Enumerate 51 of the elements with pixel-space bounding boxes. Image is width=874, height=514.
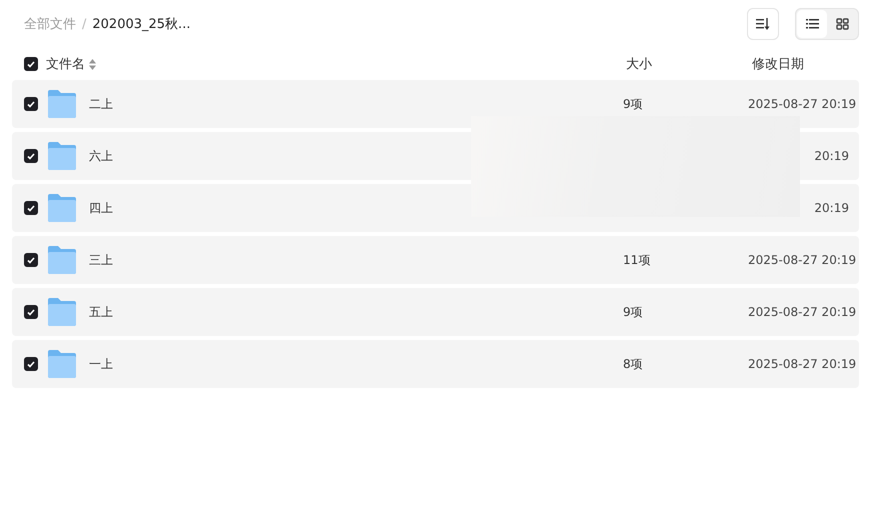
modified-date: 2025-08-27 20:19 xyxy=(748,253,856,267)
checkmark-icon xyxy=(27,60,35,68)
file-row[interactable]: 三上 11项 2025-08-27 20:19 xyxy=(12,236,859,284)
folder-icon xyxy=(47,142,77,170)
grid-icon xyxy=(836,18,848,30)
checkbox[interactable] xyxy=(24,149,38,163)
checkbox[interactable] xyxy=(24,305,38,319)
list-icon xyxy=(806,19,818,29)
modified-date: 20:19 xyxy=(814,149,849,163)
file-size: 11项 xyxy=(623,252,650,266)
file-row[interactable]: 一上 8项 2025-08-27 20:19 xyxy=(12,340,859,388)
file-size: 8项 xyxy=(623,356,643,370)
file-size: 9项 xyxy=(623,96,643,110)
checkmark-icon xyxy=(27,360,35,368)
folder-icon xyxy=(47,246,77,274)
checkmark-icon xyxy=(27,308,35,316)
file-row[interactable]: 二上 9项 2025-08-27 20:19 xyxy=(12,80,859,128)
file-name: 四上 xyxy=(89,200,113,216)
sort-icon[interactable] xyxy=(89,58,96,70)
checkbox[interactable] xyxy=(24,253,38,267)
checkmark-icon xyxy=(27,100,35,108)
file-name: 二上 xyxy=(89,96,113,112)
checkbox[interactable] xyxy=(24,97,38,111)
modified-date: 20:19 xyxy=(814,201,849,215)
checkmark-icon xyxy=(27,204,35,212)
checkbox[interactable] xyxy=(24,201,38,215)
column-header[interactable]: 文件名 xyxy=(46,55,85,73)
modified-date: 2025-08-27 20:19 xyxy=(748,357,856,371)
file-name: 六上 xyxy=(89,148,113,164)
file-name: 一上 xyxy=(89,356,113,372)
folder-icon xyxy=(47,298,77,326)
file-name: 三上 xyxy=(89,252,113,268)
checkbox[interactable] xyxy=(24,57,38,71)
file-name: 五上 xyxy=(89,304,113,320)
checkmark-icon xyxy=(27,152,35,160)
modified-date: 2025-08-27 20:19 xyxy=(748,305,856,319)
folder-icon xyxy=(47,350,77,378)
folder-icon xyxy=(47,194,77,222)
checkbox[interactable] xyxy=(24,357,38,371)
modified-date: 2025-08-27 20:19 xyxy=(748,97,856,111)
checkmark-icon xyxy=(27,256,35,264)
view-button[interactable] xyxy=(797,10,827,38)
column-header: 修改日期 xyxy=(752,57,804,72)
sort-lines-icon xyxy=(756,18,770,30)
breadcrumb-current: 202003_25秋... xyxy=(92,16,190,33)
file-size: 9项 xyxy=(623,304,643,318)
sort-button[interactable] xyxy=(747,8,779,40)
folder-icon xyxy=(47,90,77,118)
column-header: 大小 xyxy=(626,57,652,72)
breadcrumb-separator: / xyxy=(82,16,86,32)
file-row[interactable]: 五上 9项 2025-08-27 20:19 xyxy=(12,288,859,336)
